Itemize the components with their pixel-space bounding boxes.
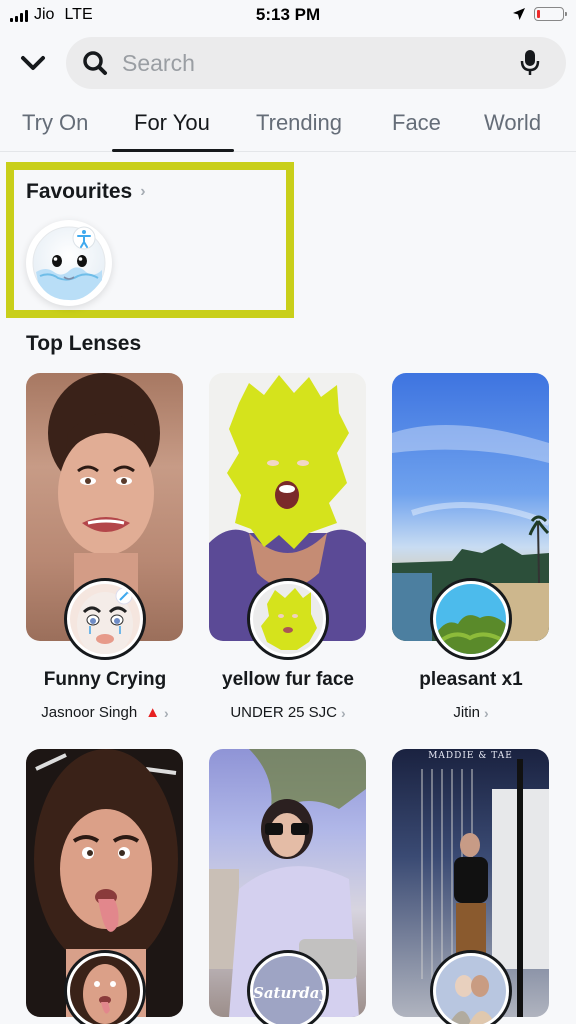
lens-avatar-pleasant-x1 <box>430 578 512 660</box>
chevron-right-icon: › <box>164 704 169 721</box>
lens-creator-link[interactable]: UNDER 25 SJC › <box>198 704 378 721</box>
lens-avatar-saturday: Saturday <box>247 950 329 1024</box>
creator-name: Jitin <box>453 704 480 721</box>
search-bar[interactable] <box>66 37 566 89</box>
favourites-title: Favourites <box>26 180 133 203</box>
microphone-icon[interactable] <box>520 49 540 77</box>
search-icon <box>83 51 107 75</box>
lens-avatar-yellow-fur-face <box>247 578 329 660</box>
saturday-overlay-text: Saturday <box>253 984 323 1002</box>
chevron-right-icon: › <box>484 704 489 721</box>
category-tabs: Try On For You Trending Face World <box>0 100 576 152</box>
lens-name[interactable]: pleasant x1 <box>381 669 561 691</box>
tab-trending[interactable]: Trending <box>256 110 342 136</box>
creator-name: Jasnoor Singh <box>41 704 138 721</box>
lens-avatar-maddie-tae <box>430 950 512 1024</box>
bubble-face-lens-thumbnail <box>32 226 106 301</box>
battery-icon <box>534 7 567 21</box>
tab-world[interactable]: World <box>484 110 541 136</box>
collapse-button[interactable] <box>18 50 48 76</box>
search-input[interactable] <box>122 47 502 79</box>
clock: 5:13 PM <box>255 5 321 24</box>
tab-face[interactable]: Face <box>392 110 441 136</box>
chevron-right-icon: › <box>140 183 146 200</box>
lens-name[interactable]: Funny Crying <box>15 669 195 691</box>
tab-try-on[interactable]: Try On <box>22 110 88 136</box>
lens-name[interactable]: yellow fur face <box>198 669 378 691</box>
favourites-header[interactable]: Favourites › <box>26 180 146 204</box>
search-row <box>0 36 576 90</box>
active-tab-indicator <box>112 149 234 152</box>
chevron-right-icon: › <box>341 704 346 721</box>
top-lenses-title: Top Lenses <box>26 332 142 355</box>
creator-name: UNDER 25 SJC <box>230 704 338 721</box>
creator-badge-icon: ▲ <box>145 704 161 721</box>
tab-for-you[interactable]: For You <box>134 110 210 136</box>
lens-avatar-tongue-face <box>64 950 146 1024</box>
maddie-tae-overlay-text: MADDIE & TAE <box>428 751 513 761</box>
lens-creator-link[interactable]: Jitin › <box>381 704 561 721</box>
lens-creator-link[interactable]: Jasnoor Singh ▲ › <box>15 704 195 721</box>
battery-level <box>537 10 540 18</box>
status-bar: Jio LTE 5:13 PM <box>0 0 576 32</box>
favourite-lens-item[interactable] <box>26 220 112 306</box>
location-arrow-icon <box>513 8 525 20</box>
chevron-down-icon <box>21 56 45 70</box>
lens-avatar-funny-crying <box>64 578 146 660</box>
